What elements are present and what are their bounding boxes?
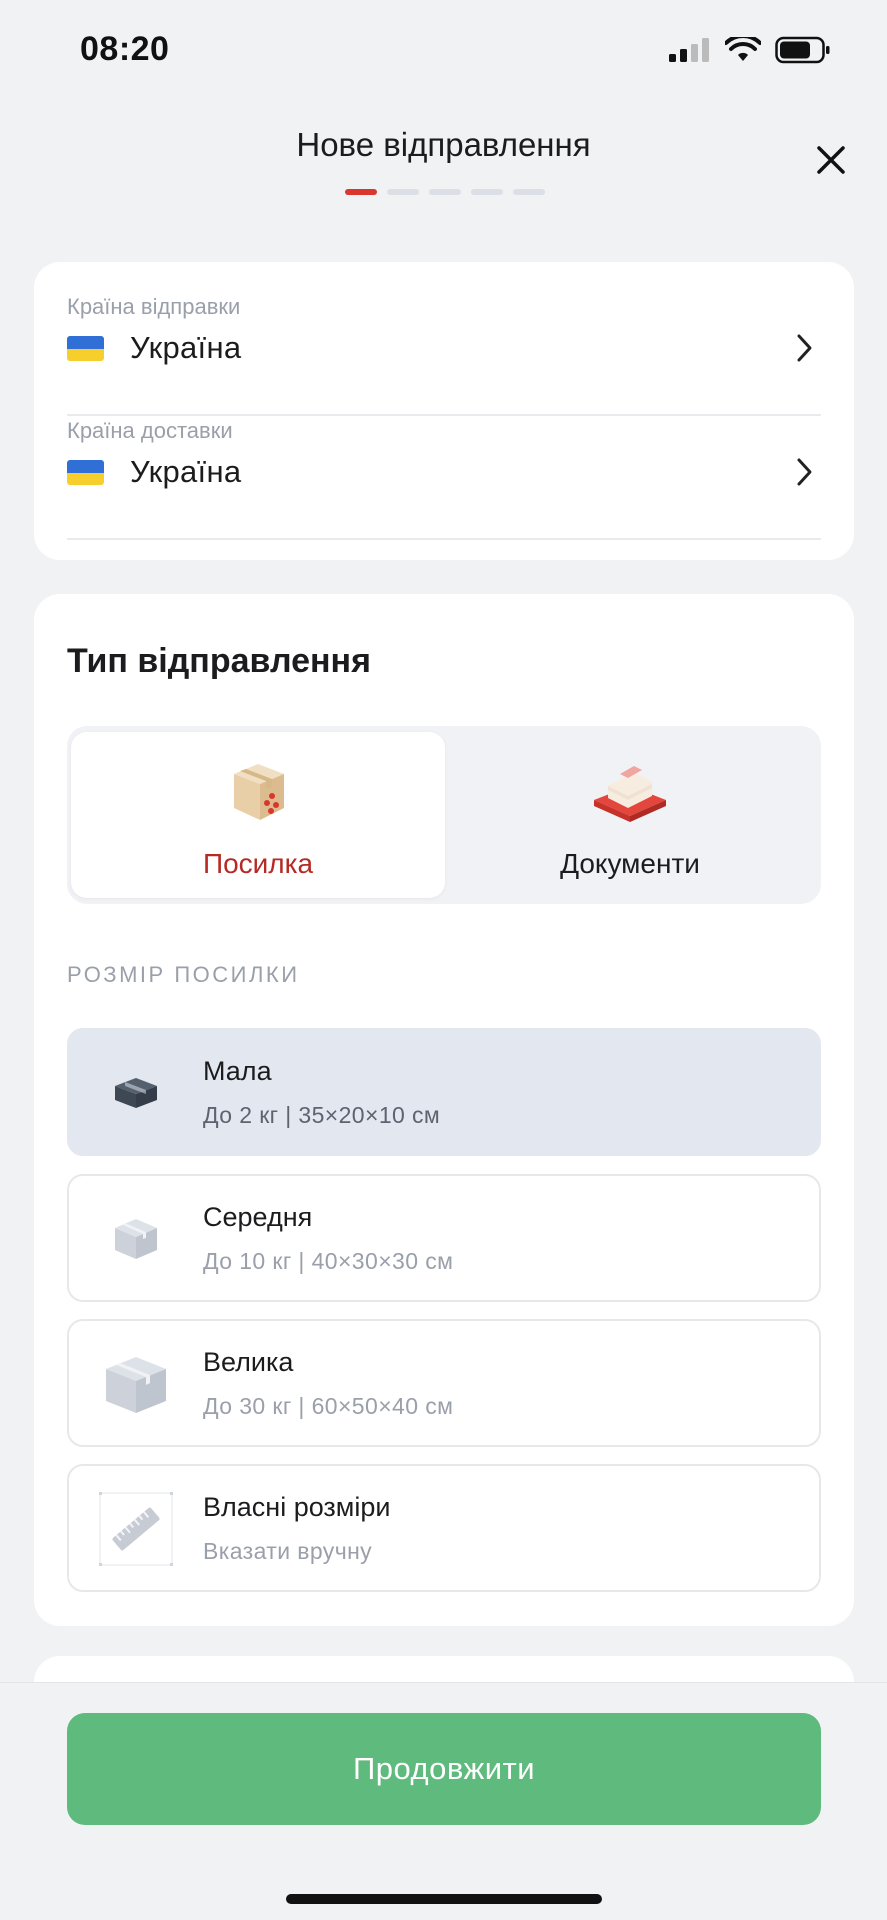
shipment-type-card: Тип відправлення Посилка Документи РОЗМІ… bbox=[34, 594, 854, 1626]
medium-box-icon bbox=[115, 1219, 157, 1259]
size-option-name: Мала bbox=[203, 1056, 272, 1086]
documents-icon bbox=[594, 766, 666, 822]
chevron-right-icon bbox=[797, 458, 812, 486]
shipment-type-documents-label: Документи bbox=[560, 848, 700, 879]
delivery-country-value: Україна bbox=[130, 454, 242, 489]
wifi-icon bbox=[725, 37, 761, 61]
step-indicator bbox=[387, 189, 419, 195]
step-indicator bbox=[429, 189, 461, 195]
large-box-icon bbox=[106, 1357, 166, 1413]
size-option-desc: До 2 кг | 35×20×10 см bbox=[203, 1102, 441, 1128]
shipment-type-segmented-control: Посилка Документи bbox=[67, 726, 821, 904]
close-icon[interactable] bbox=[813, 142, 849, 178]
status-bar: 08:20 bbox=[0, 0, 887, 100]
parcel-box-icon bbox=[234, 764, 284, 820]
size-option-medium[interactable]: Середня До 10 кг | 40×30×30 см bbox=[67, 1174, 821, 1302]
delivery-country-label: Країна доставки bbox=[67, 418, 233, 443]
size-option-desc: До 10 кг | 40×30×30 см bbox=[203, 1248, 454, 1274]
step-indicator bbox=[513, 189, 545, 195]
status-time: 08:20 bbox=[80, 30, 170, 68]
shipment-type-documents[interactable]: Документи bbox=[443, 732, 817, 898]
size-option-desc: До 30 кг | 60×50×40 см bbox=[203, 1393, 454, 1419]
departure-country-selector[interactable]: Країна відправки Україна bbox=[67, 292, 821, 416]
battery-icon bbox=[775, 36, 830, 64]
parcel-size-heading: РОЗМІР ПОСИЛКИ bbox=[67, 962, 300, 987]
route-card: Країна відправки Україна Країна доставки… bbox=[34, 262, 854, 560]
home-indicator bbox=[286, 1894, 602, 1904]
header: Нове відправлення bbox=[0, 110, 887, 210]
shipment-type-parcel[interactable]: Посилка bbox=[71, 732, 445, 898]
shipment-type-parcel-label: Посилка bbox=[202, 848, 314, 879]
step-indicator bbox=[471, 189, 503, 195]
ukraine-flag-icon bbox=[67, 336, 104, 361]
size-option-name: Велика bbox=[203, 1347, 294, 1377]
signal-icon bbox=[669, 38, 709, 62]
size-option-small[interactable]: Мала До 2 кг | 35×20×10 см bbox=[67, 1028, 821, 1156]
progress-stepper bbox=[345, 189, 545, 195]
section-title: Тип відправлення bbox=[67, 642, 371, 680]
small-box-icon bbox=[115, 1078, 157, 1108]
delivery-country-selector[interactable]: Країна доставки Україна bbox=[67, 416, 821, 540]
size-option-custom[interactable]: Власні розміри Вказати вручну bbox=[67, 1464, 821, 1592]
page-title: Нове відправлення bbox=[296, 126, 591, 163]
size-option-desc: Вказати вручну bbox=[203, 1538, 373, 1564]
continue-button[interactable]: Продовжити bbox=[67, 1713, 821, 1825]
step-indicator-active bbox=[345, 189, 377, 195]
departure-country-label: Країна відправки bbox=[67, 294, 241, 319]
ruler-icon bbox=[99, 1492, 173, 1566]
size-option-name: Середня bbox=[203, 1202, 313, 1232]
size-option-large[interactable]: Велика До 30 кг | 60×50×40 см bbox=[67, 1319, 821, 1447]
ukraine-flag-icon bbox=[67, 460, 104, 485]
status-icons bbox=[669, 36, 831, 64]
chevron-right-icon bbox=[797, 334, 812, 362]
departure-country-value: Україна bbox=[130, 330, 242, 365]
size-option-name: Власні розміри bbox=[203, 1492, 391, 1522]
